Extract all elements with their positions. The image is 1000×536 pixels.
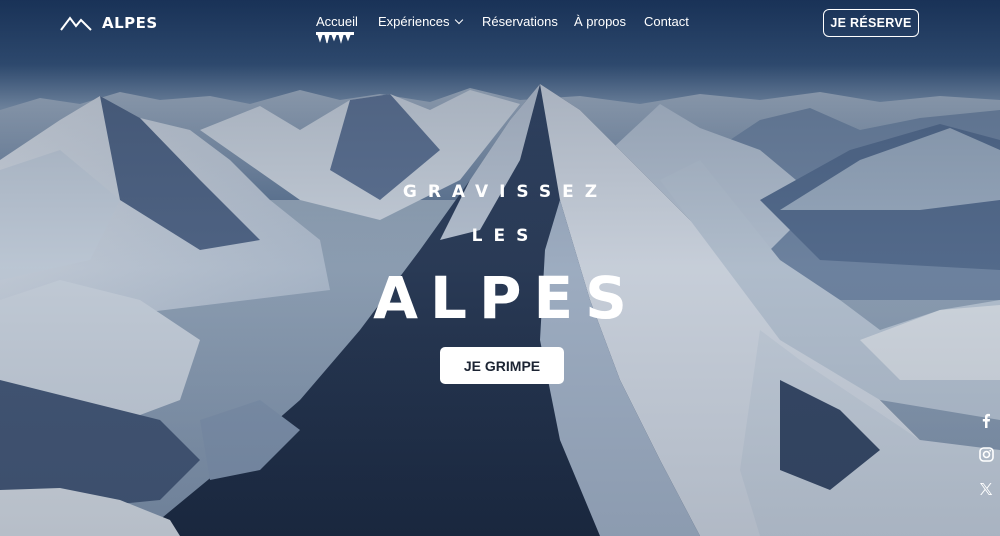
brand-logo[interactable]: ALPES: [60, 12, 158, 34]
nav-item-reservations[interactable]: Réservations: [482, 14, 558, 29]
active-nav-indicator-icon: [316, 32, 354, 44]
instagram-link[interactable]: [976, 444, 996, 464]
nav-item-experiences-label: Expériences: [378, 14, 450, 29]
hero-title-line-2: LES: [471, 226, 540, 246]
brand-name: ALPES: [102, 14, 158, 32]
nav-item-experiences[interactable]: Expériences: [378, 14, 463, 29]
x-twitter-icon: [980, 483, 993, 495]
reserve-button[interactable]: JE RÉSERVE: [823, 9, 919, 37]
chevron-down-icon: [454, 15, 463, 25]
mountain-logo-icon: [60, 16, 92, 31]
nav-item-accueil[interactable]: Accueil: [316, 14, 358, 29]
nav-item-a-propos[interactable]: À propos: [574, 14, 626, 29]
nav-item-contact[interactable]: Contact: [644, 14, 689, 29]
hero-title-main: ALPES: [373, 264, 639, 332]
facebook-link[interactable]: [976, 410, 996, 430]
instagram-icon: [978, 446, 994, 462]
facebook-icon: [982, 413, 990, 428]
site-header: ALPES Accueil Expériences Réservations À…: [0, 0, 1000, 48]
hero-title-line-1: GRAVISSEZ: [402, 182, 609, 202]
x-twitter-link[interactable]: [976, 479, 996, 499]
climb-button[interactable]: JE GRIMPE: [440, 347, 564, 384]
